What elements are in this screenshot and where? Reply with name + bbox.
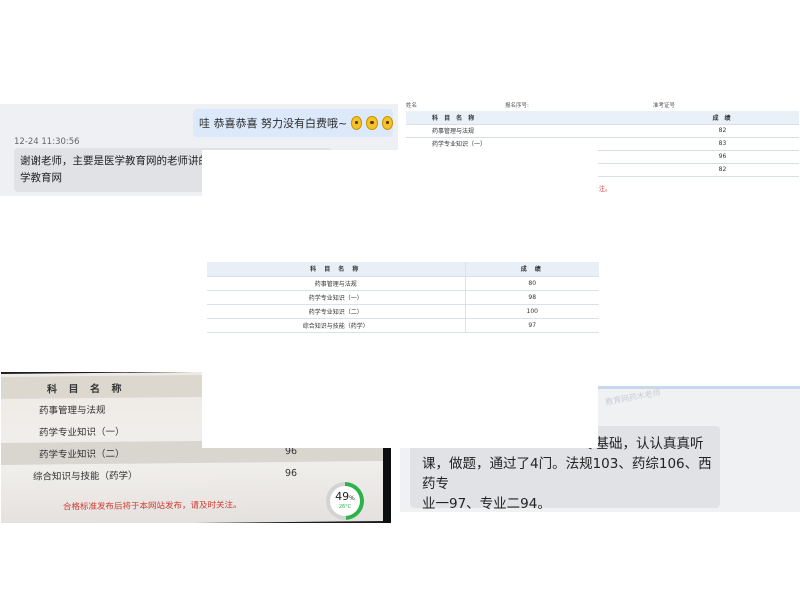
header-name-label: 姓名 [406,103,418,109]
score-cell: 80 [465,276,599,291]
score-cell: 97 [465,318,599,333]
table-row: 综合知识与技能（药学） 96 [1,461,386,487]
column-header-subject: 科 目 名 称 [207,262,466,277]
emoji-icon [351,116,363,130]
column-header-score: 成 绩 [465,262,599,277]
column-header-subject: 科 目 名 称 [406,111,646,125]
score-table: 科 目 名 称 成 绩 药事管理与法规 80 药学专业知识（一） 98 药学专业… [207,262,599,333]
table-row: 药事管理与法规 82 [406,124,799,138]
emoji-icon [366,116,378,130]
gauge-inner: 49% 26°C [330,486,360,516]
gauge-percent: 49% [335,491,355,504]
score-cell: 83 [646,137,799,151]
red-notice-text: 合格标准发布后将于本网站发布，请及时关注。 [63,500,242,513]
score-cell: 82 [646,163,799,177]
score-table-panel-center: 科 目 名 称 成 绩 药事管理与法规 80 药学专业知识（一） 98 药学专业… [207,262,599,335]
sent-message-bubble: 哇 恭喜恭喜 努力没有白费哦~ [193,109,394,137]
subject-cell: 药事管理与法规 [207,276,466,291]
watermark-text: 教育网药木老师 [604,388,662,407]
score-cell: 96 [646,150,799,164]
subject-cell: 药学专业知识（二） [39,448,125,461]
score-cell: 100 [465,304,599,319]
score-cell: 98 [465,290,599,305]
header-ticket-label: 准考证号 [653,103,676,109]
table-row: 药学专业知识（二） 100 [207,304,599,319]
subject-cell: 综合知识与技能（药学） [207,318,466,333]
column-header-score: 成 绩 [646,111,799,125]
subject-cell: 药学专业知识（二） [207,304,466,319]
column-header-subject: 科 目 名 称 [47,383,126,396]
subject-cell: 药学专业知识（一） [406,137,646,151]
table-row: 综合知识与技能（药学） 97 [207,318,599,333]
score-cell: 82 [646,124,799,138]
received-message-line: 业一97、专业二94。 [422,496,551,512]
red-notice-text: 注。 [599,186,612,193]
subject-cell: 药事管理与法规 [39,404,106,417]
table-row: 药事管理与法规 80 [207,276,599,291]
score-cell: 96 [285,467,298,479]
message-timestamp: 12-24 11:30:56 [14,137,80,147]
received-message-line: 课，做题，通过了4门。法规103、药综106、西药专 [422,456,712,492]
table-header-row: 科 目 名 称 成 绩 [406,111,799,125]
subject-cell: 综合知识与技能（药学） [33,470,138,483]
table-header-row: 科 目 名 称 成 绩 [207,262,599,277]
emoji-icon [381,116,394,130]
subject-cell: 药学专业知识（一） [39,426,125,439]
gauge-percent-value: 49 [335,490,350,503]
gauge-percent-sign: % [349,495,355,502]
gauge-temperature: 26°C [338,504,352,510]
header-registration-label: 报名序号: [505,103,529,109]
subject-cell: 药事管理与法规 [406,124,646,138]
table-row: 药学专业知识（一） 83 [406,137,799,151]
table-row: 药学专业知识（一） 98 [207,290,599,305]
sent-message-text: 哇 恭喜恭喜 努力没有白费哦~ [199,117,348,130]
cpu-usage-gauge: 49% 26°C [326,482,364,520]
subject-cell: 药学专业知识（一） [207,290,466,305]
